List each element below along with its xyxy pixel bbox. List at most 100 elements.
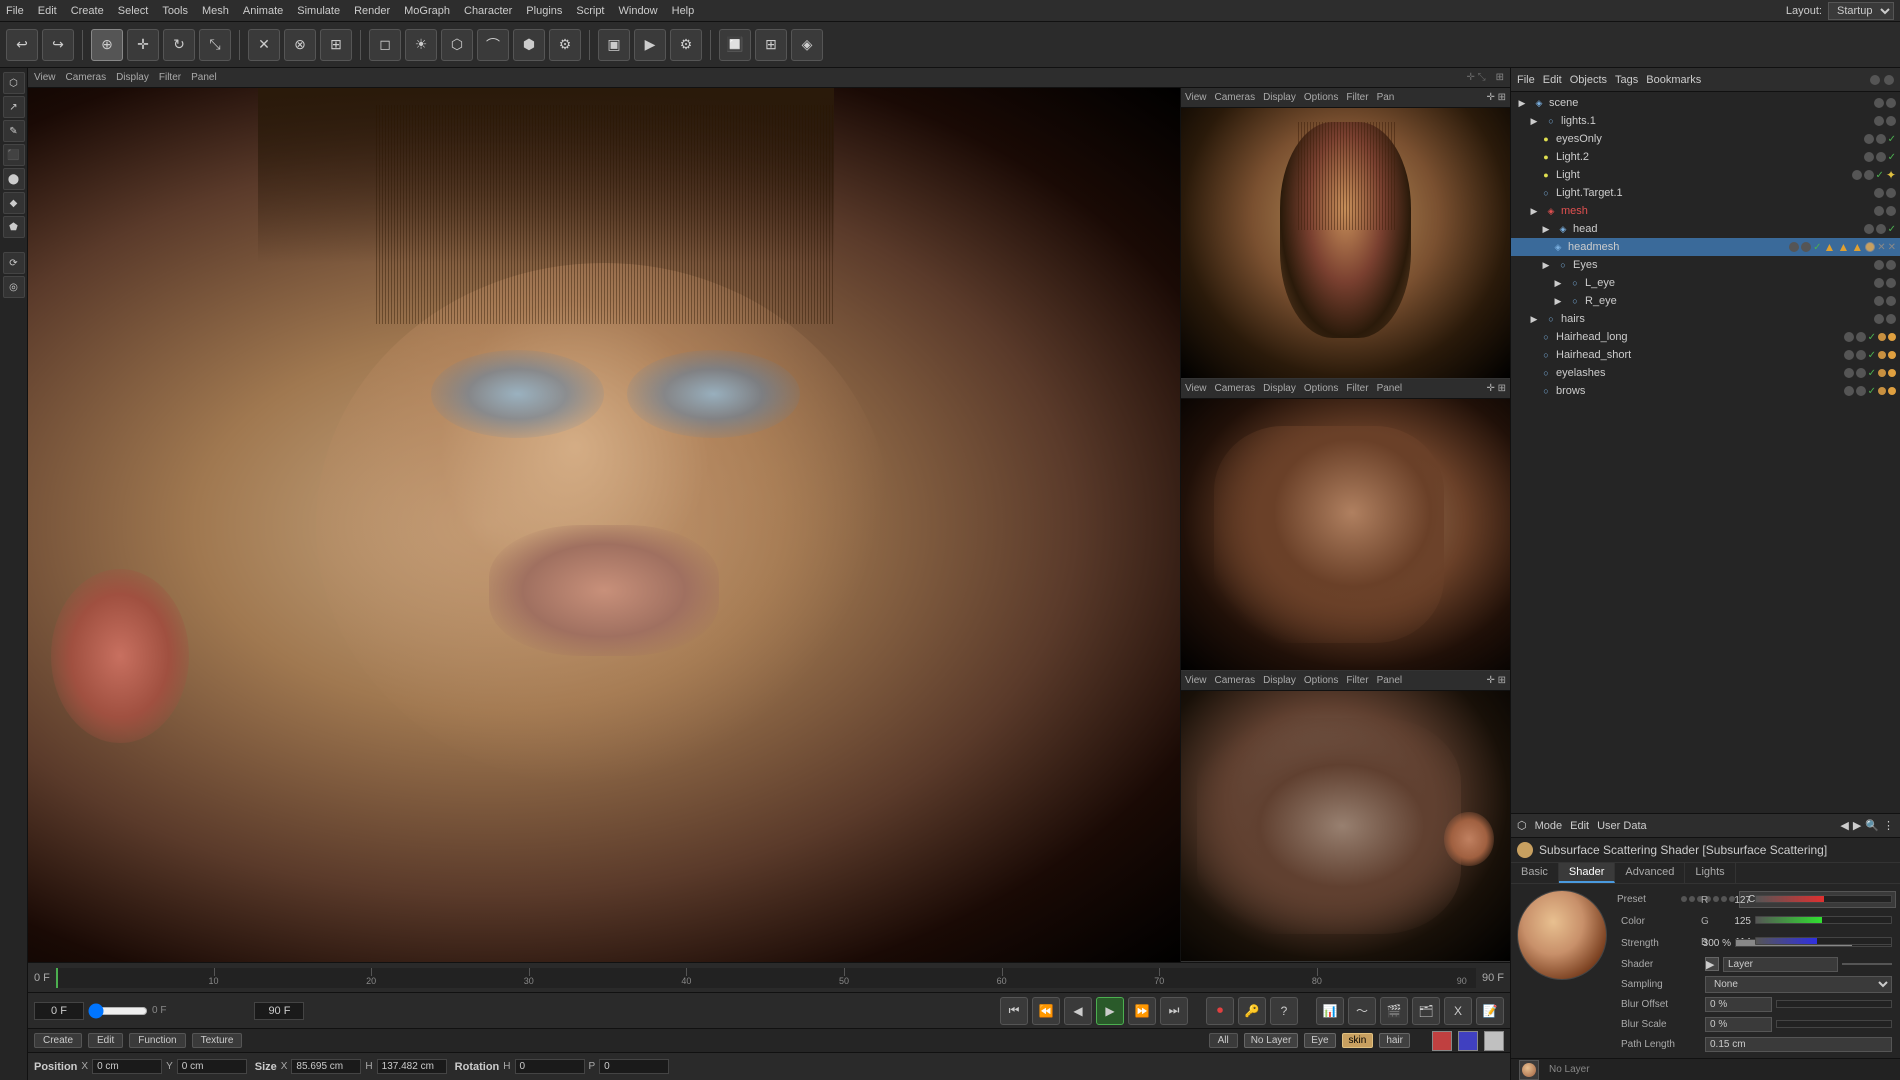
edge-tool[interactable]: ◆	[3, 192, 25, 214]
tab-lights[interactable]: Lights	[1685, 863, 1735, 883]
menu-help[interactable]: Help	[672, 5, 695, 17]
viewport-expand-btn[interactable]: ⊞	[1496, 72, 1504, 83]
skin-badge[interactable]: skin	[1342, 1033, 1374, 1048]
props-nav-left[interactable]: ◀	[1840, 819, 1848, 832]
re-vis-dot[interactable]	[1874, 296, 1884, 306]
scene-menu-objects[interactable]: Objects	[1570, 74, 1607, 86]
world-axis-btn[interactable]: ⊗	[284, 29, 316, 61]
scene-item-hairlong[interactable]: ○ Hairhead_long ✓	[1511, 328, 1900, 346]
undo-button[interactable]: ↩	[6, 29, 38, 61]
parent-btn[interactable]: ⊞	[320, 29, 352, 61]
lights-render-dot[interactable]	[1886, 116, 1896, 126]
tab-advanced[interactable]: Advanced	[1615, 863, 1685, 883]
generator-btn[interactable]: ⚙	[549, 29, 581, 61]
el-vis-dot[interactable]	[1844, 368, 1854, 378]
scene-menu-bookmarks[interactable]: Bookmarks	[1646, 74, 1701, 86]
frame-slider[interactable]	[88, 1003, 148, 1019]
current-frame-display[interactable]: 0 F	[34, 1002, 84, 1020]
sampling-select[interactable]: None	[1705, 976, 1892, 993]
motion-clip-btn[interactable]: 🎬	[1380, 997, 1408, 1025]
render-settings-btn[interactable]: ⚙	[670, 29, 702, 61]
mv2-view[interactable]: View	[1185, 383, 1207, 394]
scene-item-light2[interactable]: ● Light.2 ✓	[1511, 148, 1900, 166]
scene-item-lighttarget1[interactable]: ○ Light.Target.1	[1511, 184, 1900, 202]
mv1-display[interactable]: Display	[1263, 92, 1296, 103]
menu-character[interactable]: Character	[464, 5, 512, 17]
render-region-btn[interactable]: ▣	[598, 29, 630, 61]
mv2-panel[interactable]: Panel	[1377, 383, 1403, 394]
tab-shader[interactable]: Shader	[1559, 863, 1615, 883]
viewport-menu-filter[interactable]: Filter	[159, 72, 181, 83]
eyes-vis-dot[interactable]	[1874, 260, 1884, 270]
scene-item-eyesonly[interactable]: ● eyesOnly ✓	[1511, 130, 1900, 148]
all-tab[interactable]: All	[1209, 1033, 1238, 1048]
xpresso-btn[interactable]: X	[1444, 997, 1472, 1025]
mv3-filter[interactable]: Filter	[1346, 675, 1368, 686]
scene-item-headmesh[interactable]: ◈ headmesh ✓ ▲ ▲ ▲ ✕ ✕	[1511, 238, 1900, 256]
redo-button[interactable]: ↪	[42, 29, 74, 61]
l2-vis-dot[interactable]	[1864, 152, 1874, 162]
function-btn[interactable]: Function	[129, 1033, 185, 1048]
create-btn[interactable]: Create	[34, 1033, 82, 1048]
eyes-render-dot[interactable]	[1886, 260, 1896, 270]
scene-menu-edit[interactable]: Edit	[1543, 74, 1562, 86]
nurbs-btn[interactable]: ⬢	[513, 29, 545, 61]
hairs-render-dot[interactable]	[1886, 314, 1896, 324]
l-vis-dot[interactable]	[1852, 170, 1862, 180]
scene-item-lights1[interactable]: ▶ ○ lights.1	[1511, 112, 1900, 130]
re-render-dot[interactable]	[1886, 296, 1896, 306]
viewport-menu-view[interactable]: View	[34, 72, 56, 83]
scene-item-scene[interactable]: ▶ ◈ scene	[1511, 94, 1900, 112]
eo-render-dot[interactable]	[1876, 134, 1886, 144]
blur-scale-value[interactable]: 0 %	[1705, 1017, 1772, 1032]
hairs-vis-dot[interactable]	[1874, 314, 1884, 324]
color-swatch-white[interactable]	[1484, 1031, 1504, 1051]
record-button[interactable]: ⏺	[1206, 997, 1234, 1025]
props-userdata-menu[interactable]: User Data	[1597, 820, 1647, 832]
scene-item-hairshort[interactable]: ○ Hairhead_short ✓	[1511, 346, 1900, 364]
menu-mograph[interactable]: MoGraph	[404, 5, 450, 17]
size-x-value[interactable]: 85.695 cm	[291, 1059, 361, 1074]
scene-item-mesh[interactable]: ▶ ◈ mesh	[1511, 202, 1900, 220]
scene-item-reye[interactable]: ▶ ○ R_eye	[1511, 292, 1900, 310]
soft-sel[interactable]: ◎	[3, 276, 25, 298]
rot-p-value[interactable]: 0	[599, 1059, 669, 1074]
render-dot[interactable]	[1886, 98, 1896, 108]
layout-select[interactable]: Startup	[1828, 2, 1894, 20]
mv3-display[interactable]: Display	[1263, 675, 1296, 686]
scene-menu-file[interactable]: File	[1517, 74, 1535, 86]
menu-window[interactable]: Window	[619, 5, 658, 17]
light-btn[interactable]: ☀	[405, 29, 437, 61]
point-tool[interactable]: ⬤	[3, 168, 25, 190]
play-reverse-button[interactable]: ◀	[1064, 997, 1092, 1025]
head-render-dot[interactable]	[1876, 224, 1886, 234]
menu-render[interactable]: Render	[354, 5, 390, 17]
hl-vis-dot[interactable]	[1844, 332, 1854, 342]
blur-offset-value[interactable]: 0 %	[1705, 997, 1772, 1012]
mode-tool[interactable]: ↗	[3, 96, 25, 118]
go-to-end-button[interactable]: ⏭	[1160, 997, 1188, 1025]
poly-tool[interactable]: ⬟	[3, 216, 25, 238]
scene-scroll-dn[interactable]	[1884, 75, 1894, 85]
texture-btn[interactable]: Texture	[192, 1033, 243, 1048]
shader-value-field[interactable]: Layer	[1723, 957, 1838, 972]
mv1-options[interactable]: Options	[1304, 92, 1338, 103]
eo-vis-dot[interactable]	[1864, 134, 1874, 144]
mv1-filter[interactable]: Filter	[1346, 92, 1368, 103]
mv1-view[interactable]: View	[1185, 92, 1207, 103]
props-nav-right[interactable]: ▶	[1853, 819, 1861, 832]
menu-plugins[interactable]: Plugins	[526, 5, 562, 17]
color-swatch-blue[interactable]	[1458, 1031, 1478, 1051]
scene-item-brows[interactable]: ○ brows ✓	[1511, 382, 1900, 400]
hs-render-dot[interactable]	[1856, 350, 1866, 360]
shader-expand-btn[interactable]: ▶	[1705, 957, 1719, 971]
loop-sel[interactable]: ⟳	[3, 252, 25, 274]
timeline-toggle[interactable]: 📊	[1316, 997, 1344, 1025]
mv3-options[interactable]: Options	[1304, 675, 1338, 686]
rotate-tool[interactable]: ↻	[163, 29, 195, 61]
hm-render-dot[interactable]	[1801, 242, 1811, 252]
tab-basic[interactable]: Basic	[1511, 863, 1559, 883]
scene-item-eyelashes[interactable]: ○ eyelashes ✓	[1511, 364, 1900, 382]
mv2-cameras[interactable]: Cameras	[1215, 383, 1256, 394]
spline-btn[interactable]: ⌒	[477, 29, 509, 61]
